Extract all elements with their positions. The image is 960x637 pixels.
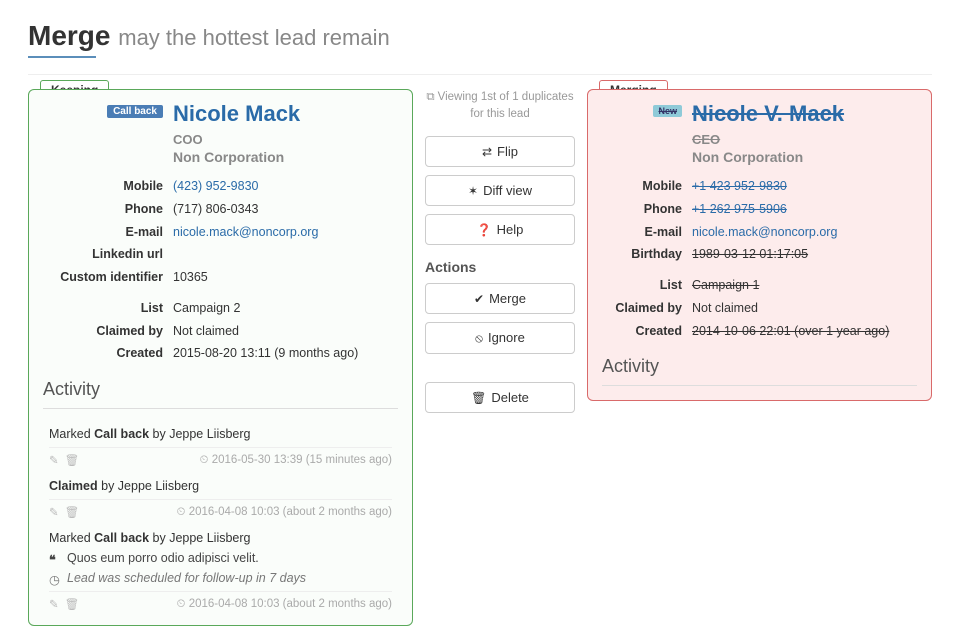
- field-value-created: 2014-10-06 22:01 (over 1 year ago): [692, 322, 917, 341]
- keeping-job-title: COO: [173, 132, 300, 147]
- keeping-company: Non Corporation: [173, 149, 300, 165]
- field-label-created: Created: [43, 344, 173, 363]
- help-icon: ❓: [477, 223, 492, 237]
- status-badge-new: New: [653, 105, 682, 117]
- eye-slash-icon: ⦸: [475, 331, 483, 345]
- field-value-birthday: 1989-03-12 01:17:05: [692, 245, 917, 264]
- field-label-mobile: Mobile: [43, 177, 173, 196]
- merge-button[interactable]: ✔Merge: [425, 283, 575, 314]
- field-value-mobile[interactable]: +1 423 952-9830: [692, 177, 917, 196]
- quote-icon: ❝: [49, 552, 56, 567]
- field-label-birthday: Birthday: [602, 245, 692, 264]
- field-value-linkedin: [173, 245, 398, 264]
- merging-job-title: CEO: [692, 132, 844, 147]
- page-title: Merge may the hottest lead remain: [28, 20, 932, 52]
- field-label-mobile: Mobile: [602, 177, 692, 196]
- field-label-email: E-mail: [43, 223, 173, 242]
- edit-icon[interactable]: ✎: [49, 599, 59, 611]
- help-button[interactable]: ❓Help: [425, 214, 575, 245]
- title-subtitle: may the hottest lead remain: [118, 25, 389, 50]
- field-label-email: E-mail: [602, 223, 692, 242]
- title-main: Merge: [28, 20, 110, 51]
- merging-panel: New Nicole V. Mack CEO Non Corporation M…: [587, 89, 932, 401]
- keeping-panel: Call back Nicole Mack COO Non Corporatio…: [28, 89, 413, 626]
- delete-icon[interactable]: 🗑: [65, 455, 80, 467]
- field-label-phone: Phone: [602, 200, 692, 219]
- field-value-customid: 10365: [173, 268, 398, 287]
- trash-icon: 🗑: [471, 391, 486, 405]
- activity-item: Marked Call back by Jeppe Liisberg ❝Quos…: [43, 523, 398, 615]
- field-label-created: Created: [602, 322, 692, 341]
- page-header: Merge may the hottest lead remain: [28, 10, 932, 66]
- flip-button[interactable]: ⇄Flip: [425, 136, 575, 167]
- merging-company: Non Corporation: [692, 149, 844, 165]
- field-value-email[interactable]: nicole.mack@noncorp.org: [173, 223, 398, 242]
- field-value-claimed: Not claimed: [692, 299, 917, 318]
- activity-time: ⏲ 2016-04-08 10:03 (about 2 months ago): [177, 506, 392, 519]
- field-label-list: List: [43, 299, 173, 318]
- status-badge-callback: Call back: [107, 105, 163, 118]
- field-value-created: 2015-08-20 13:11 (9 months ago): [173, 344, 398, 363]
- field-label-claimed: Claimed by: [602, 299, 692, 318]
- activity-time: ⏲ 2016-04-08 10:03 (about 2 months ago): [177, 598, 392, 611]
- field-label-linkedin: Linkedin url: [43, 245, 173, 264]
- check-icon: ✔: [474, 292, 484, 306]
- activity-item: Claimed by Jeppe Liisberg ✎🗑 ⏲ 2016-04-0…: [43, 471, 398, 523]
- keeping-activity-heading: Activity: [43, 379, 398, 400]
- ignore-button[interactable]: ⦸Ignore: [425, 322, 575, 354]
- keeping-lead-name[interactable]: Nicole Mack: [173, 102, 300, 126]
- swap-icon: ⇄: [482, 145, 492, 159]
- actions-heading: Actions: [425, 259, 575, 275]
- clock-icon: ◷: [49, 572, 60, 587]
- field-label-customid: Custom identifier: [43, 268, 173, 287]
- field-label-list: List: [602, 276, 692, 295]
- delete-button[interactable]: 🗑Delete: [425, 382, 575, 413]
- merging-activity-heading: Activity: [602, 356, 917, 377]
- activity-item: Marked Call back by Jeppe Liisberg ✎🗑 ⏲ …: [43, 419, 398, 471]
- field-value-claimed: Not claimed: [173, 322, 398, 341]
- field-value-list: Campaign 1: [692, 276, 917, 295]
- field-value-list: Campaign 2: [173, 299, 398, 318]
- diff-view-button[interactable]: ✶Diff view: [425, 175, 575, 206]
- activity-time: ⏲ 2016-05-30 13:39 (15 minutes ago): [200, 454, 392, 467]
- field-label-phone: Phone: [43, 200, 173, 219]
- diff-icon: ✶: [468, 184, 478, 198]
- center-controls: ⧉Viewing 1st of 1 duplicates for this le…: [425, 89, 575, 421]
- edit-icon[interactable]: ✎: [49, 507, 59, 519]
- field-value-phone: (717) 806-0343: [173, 200, 398, 219]
- duplicate-info: ⧉Viewing 1st of 1 duplicates for this le…: [425, 89, 575, 124]
- field-value-mobile[interactable]: (423) 952-9830: [173, 177, 398, 196]
- merging-lead-name[interactable]: Nicole V. Mack: [692, 102, 844, 126]
- edit-icon[interactable]: ✎: [49, 455, 59, 467]
- field-label-claimed: Claimed by: [43, 322, 173, 341]
- copy-icon: ⧉: [426, 91, 434, 103]
- field-value-email[interactable]: nicole.mack@noncorp.org: [692, 223, 917, 242]
- delete-icon[interactable]: 🗑: [65, 599, 80, 611]
- delete-icon[interactable]: 🗑: [65, 507, 80, 519]
- field-value-phone[interactable]: +1 262 975-5906: [692, 200, 917, 219]
